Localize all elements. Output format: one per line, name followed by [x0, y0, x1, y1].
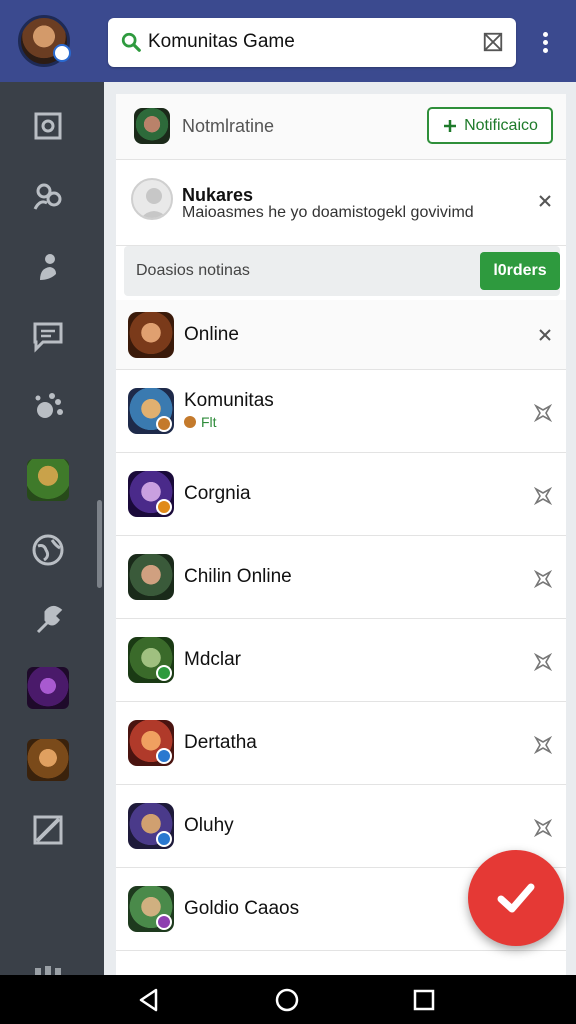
- plus-icon: [444, 119, 457, 132]
- message-body: Maioasmes he yo doamistogekl govivimd: [182, 204, 474, 221]
- recents-icon[interactable]: [411, 987, 437, 1013]
- status-badge: [156, 499, 172, 515]
- orders-button[interactable]: l0rders: [480, 252, 560, 290]
- home-icon[interactable]: [274, 987, 300, 1013]
- search-bar[interactable]: Komunitas Game: [108, 18, 516, 67]
- chat-icon[interactable]: [26, 314, 70, 358]
- favorite-icon[interactable]: [534, 653, 552, 671]
- community-panel: Notmlratine Notificaico Nukares Maioasme…: [116, 94, 566, 975]
- status-badge: [156, 665, 172, 681]
- notification-button-label: Notificaico: [464, 116, 538, 134]
- list-item[interactable]: Dertatha: [116, 702, 566, 785]
- people-icon[interactable]: [26, 174, 70, 218]
- filter-bar: Doasios notinas l0rders: [124, 246, 560, 296]
- search-icon: [121, 32, 141, 52]
- game-thumb[interactable]: [27, 739, 69, 781]
- favorite-icon[interactable]: [534, 736, 552, 754]
- more-vert-icon[interactable]: [532, 24, 558, 60]
- online-label: Online: [184, 324, 239, 345]
- screenshot-icon[interactable]: [26, 104, 70, 148]
- game-thumb[interactable]: [27, 667, 69, 709]
- favorite-icon[interactable]: [534, 819, 552, 837]
- status-badge: [156, 831, 172, 847]
- search-input[interactable]: Komunitas Game: [148, 31, 295, 53]
- top-app-bar: Komunitas Game: [0, 0, 576, 82]
- list-item[interactable]: Corgnia: [116, 453, 566, 536]
- sidebar: [0, 82, 104, 982]
- game-name: Oluhy: [184, 815, 234, 836]
- game-subtitle-text: Flt: [201, 414, 217, 430]
- favorite-icon[interactable]: [534, 487, 552, 505]
- avatar: [131, 178, 173, 220]
- settings-icon[interactable]: [26, 386, 70, 430]
- status-badge: [156, 914, 172, 930]
- status-badge: [156, 416, 172, 432]
- list-item[interactable]: Komunitas Flt: [116, 370, 566, 453]
- avatar-status-badge: [53, 44, 71, 62]
- game-subtitle: Flt: [184, 414, 217, 430]
- system-nav-bar: [0, 975, 576, 1024]
- tool-icon[interactable]: [26, 598, 70, 642]
- close-icon[interactable]: [536, 192, 554, 210]
- game-name: Dertatha: [184, 732, 257, 753]
- online-row[interactable]: Online: [116, 300, 566, 370]
- game-icon: [128, 312, 174, 358]
- globe-icon[interactable]: [26, 528, 70, 572]
- scrollbar[interactable]: [97, 500, 102, 588]
- favorite-icon[interactable]: [534, 570, 552, 588]
- game-name: Mdclar: [184, 649, 242, 670]
- edit-icon[interactable]: [26, 808, 70, 852]
- game-name: Komunitas: [184, 390, 274, 411]
- close-box-icon[interactable]: [482, 31, 504, 53]
- close-icon[interactable]: [536, 326, 554, 344]
- notification-button[interactable]: Notificaico: [427, 107, 553, 144]
- favorite-icon[interactable]: [534, 404, 552, 422]
- header-label: Notmlratine: [182, 116, 275, 136]
- coin-icon: [184, 416, 196, 428]
- game-name: Corgnia: [184, 483, 251, 504]
- game-icon: [128, 554, 174, 600]
- filter-label: Doasios notinas: [136, 262, 250, 279]
- checkmark-icon: [497, 883, 535, 913]
- confirm-fab[interactable]: [468, 850, 564, 946]
- header-avatar: [134, 108, 170, 144]
- notification-header: Notmlratine Notificaico: [116, 94, 566, 160]
- list-item[interactable]: Chilin Online: [116, 536, 566, 619]
- message-title: Nukares: [182, 185, 254, 205]
- back-icon[interactable]: [136, 987, 162, 1013]
- list-item[interactable]: Mdclar: [116, 619, 566, 702]
- game-name: Goldio Caaos: [184, 898, 300, 919]
- game-name: Chilin Online: [184, 566, 292, 587]
- status-badge: [156, 748, 172, 764]
- user-avatar[interactable]: [18, 15, 71, 67]
- game-thumb[interactable]: [27, 459, 69, 501]
- message-row[interactable]: Nukares Maioasmes he yo doamistogekl gov…: [116, 160, 566, 246]
- person-icon[interactable]: [26, 244, 70, 288]
